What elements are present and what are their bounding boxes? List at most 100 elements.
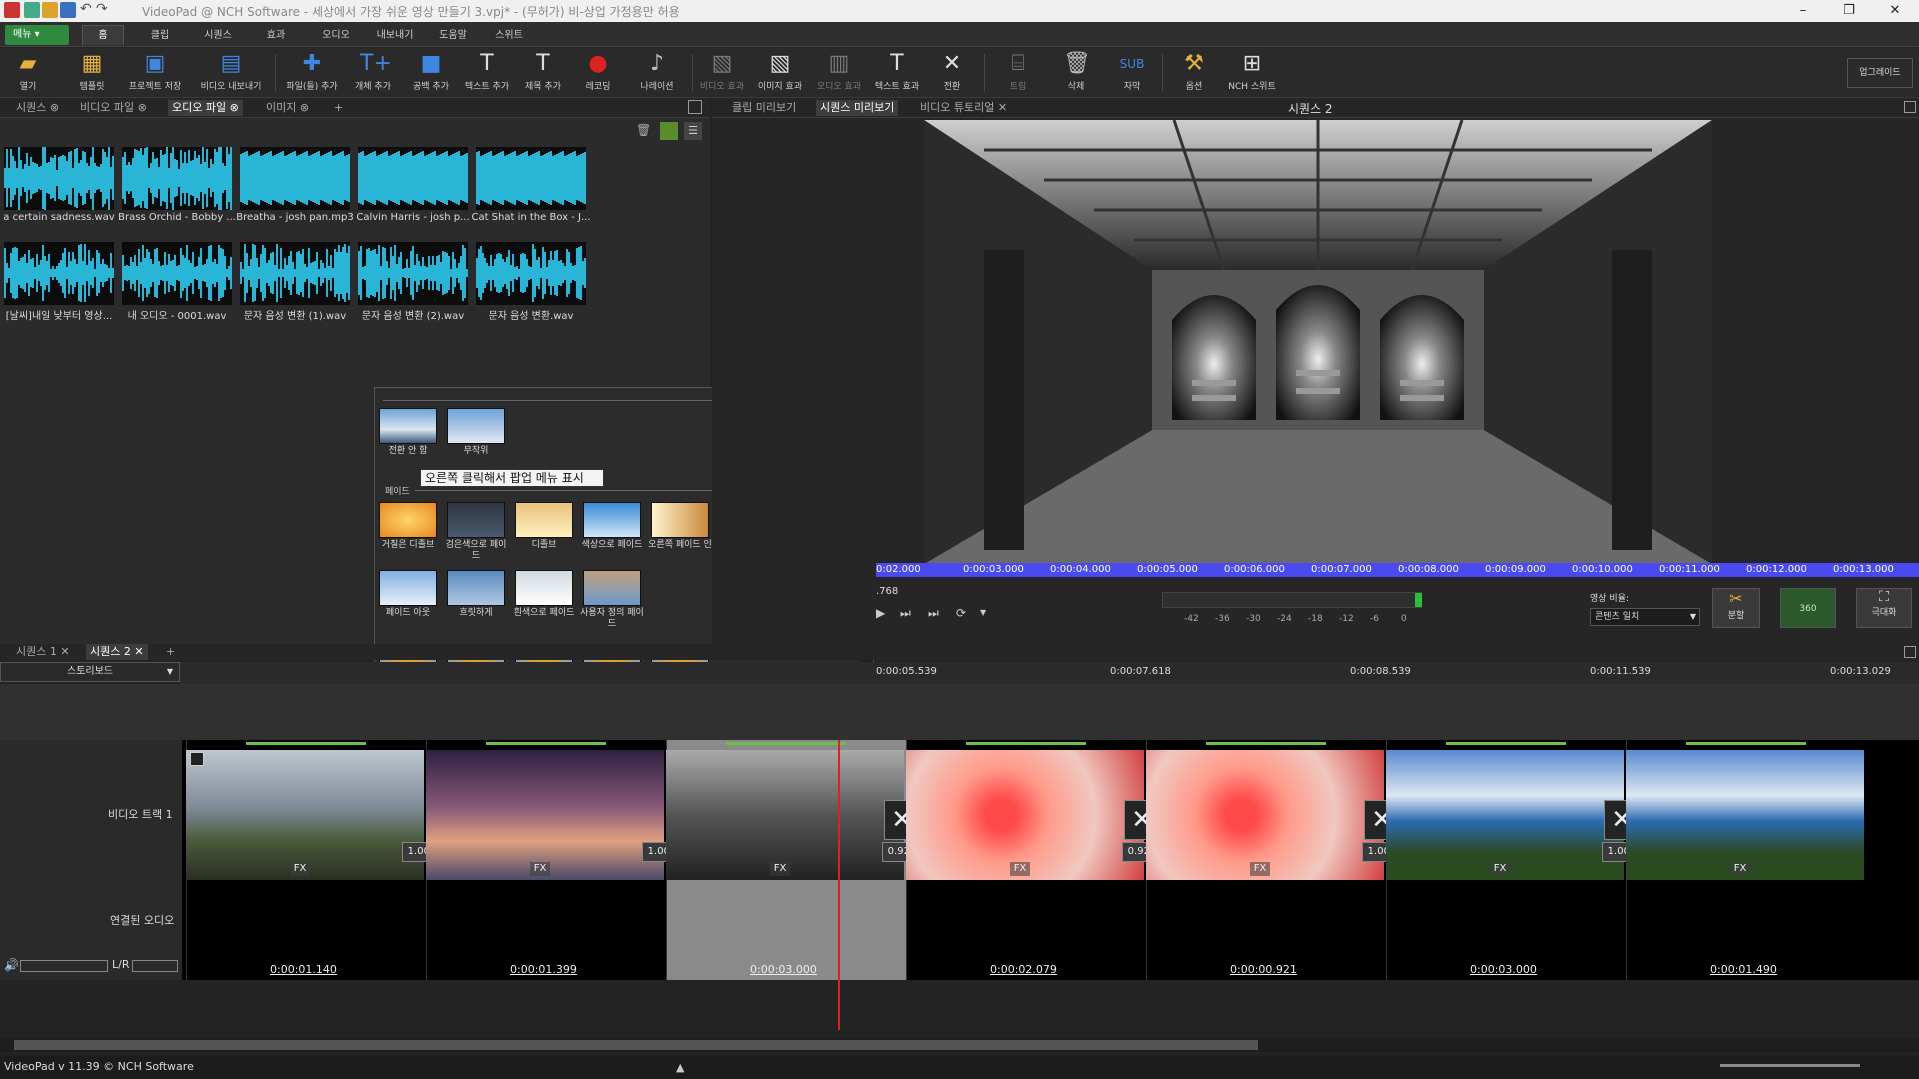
transition-none[interactable] bbox=[379, 408, 437, 444]
save-project-button[interactable]: ▣ 프로젝트 저장 bbox=[124, 50, 186, 96]
nch-suite-button[interactable]: ⊞ NCH 스위트 bbox=[1224, 50, 1280, 96]
vr-360-button[interactable]: 360 bbox=[1780, 588, 1836, 628]
tab-sequence-1[interactable]: 시퀀스 1 ✕ bbox=[12, 644, 74, 660]
trash-icon[interactable]: 🗑 bbox=[636, 123, 652, 139]
audio-file-thumbnail[interactable] bbox=[358, 242, 468, 305]
add-files-button[interactable]: ✚ 파일(들) 추가 bbox=[282, 50, 342, 96]
video-clip-thumbnail[interactable] bbox=[906, 750, 1144, 880]
tab-suite[interactable]: 스위트 bbox=[486, 26, 532, 46]
transition-button[interactable]: ✕ 전환 bbox=[930, 50, 974, 96]
tab-sequence-preview[interactable]: 시퀀스 미리보기 bbox=[816, 100, 899, 116]
undock-icon[interactable] bbox=[1904, 101, 1916, 113]
save-icon[interactable] bbox=[60, 2, 76, 18]
split-button[interactable]: ✂ 분할 bbox=[1712, 588, 1760, 628]
video-effects-button[interactable]: ▧ 비디오 효과 bbox=[696, 50, 748, 96]
chevron-down-icon[interactable]: ▼ bbox=[980, 608, 986, 617]
trim-button[interactable]: ⌸ 트림 bbox=[996, 50, 1040, 96]
transition-fade-item[interactable] bbox=[583, 570, 641, 606]
audio-file-thumbnail[interactable] bbox=[358, 147, 468, 210]
undock-icon[interactable] bbox=[688, 100, 702, 114]
transition-fade-item[interactable] bbox=[447, 502, 505, 538]
video-clip-thumbnail[interactable] bbox=[1626, 750, 1864, 880]
text-effects-button[interactable]: T 텍스트 효과 bbox=[870, 50, 924, 96]
upgrade-button[interactable]: 업그레이드 bbox=[1847, 58, 1913, 88]
image-effects-button[interactable]: ▧ 이미지 효과 bbox=[752, 50, 808, 96]
add-object-button[interactable]: T+ 개체 추가 bbox=[346, 50, 400, 96]
undo-icon[interactable]: ↶ bbox=[80, 2, 96, 18]
narration-button[interactable]: ♪ 나레이션 bbox=[630, 50, 684, 96]
transition-random[interactable] bbox=[447, 408, 505, 444]
fx-icon[interactable]: FX bbox=[530, 862, 550, 876]
export-video-button[interactable]: ▤ 비디오 내보내기 bbox=[196, 50, 266, 96]
undock-icon[interactable] bbox=[1904, 646, 1916, 658]
tab-add[interactable]: + bbox=[330, 100, 347, 116]
fx-icon[interactable]: FX bbox=[1010, 862, 1030, 876]
fx-icon[interactable]: FX bbox=[290, 862, 310, 876]
fx-icon[interactable]: FX bbox=[1250, 862, 1270, 876]
tab-clip[interactable]: 클립 bbox=[140, 26, 180, 46]
tab-sequences[interactable]: 시퀀스 ⊗ bbox=[12, 100, 63, 116]
transition-fade-item[interactable] bbox=[583, 502, 641, 538]
zoom-slider[interactable] bbox=[1720, 1064, 1860, 1067]
open-button[interactable]: ▰ 열기 bbox=[8, 50, 48, 96]
audio-file-thumbnail[interactable] bbox=[476, 242, 586, 305]
video-clip-thumbnail[interactable] bbox=[666, 750, 904, 880]
transition-fade-item[interactable] bbox=[447, 570, 505, 606]
open-icon[interactable] bbox=[42, 2, 58, 18]
scroll-thumb[interactable] bbox=[14, 1040, 1258, 1050]
tab-add-sequence[interactable]: + bbox=[162, 644, 179, 660]
video-clip-thumbnail[interactable] bbox=[1146, 750, 1384, 880]
video-clip-thumbnail[interactable] bbox=[186, 750, 424, 880]
main-menu-button[interactable]: 메뉴 ▾ bbox=[5, 25, 69, 45]
tab-sequence[interactable]: 시퀀스 bbox=[196, 26, 240, 46]
template-button[interactable]: ▦ 템플릿 bbox=[70, 50, 114, 96]
options-button[interactable]: ⚒ 옵션 bbox=[1172, 50, 1216, 96]
audio-effects-button[interactable]: ▥ 오디오 효과 bbox=[812, 50, 866, 96]
transition-fade-item[interactable] bbox=[515, 570, 573, 606]
tab-video-tutorial[interactable]: 비디오 튜토리얼 ✕ bbox=[916, 100, 1011, 116]
add-folder-icon[interactable] bbox=[660, 122, 678, 140]
redo-icon[interactable]: ↷ bbox=[96, 2, 112, 18]
fx-icon[interactable]: FX bbox=[770, 862, 790, 876]
audio-file-thumbnail[interactable] bbox=[122, 242, 232, 305]
audio-file-thumbnail[interactable] bbox=[4, 147, 114, 210]
audio-file-thumbnail[interactable] bbox=[4, 242, 114, 305]
fx-icon[interactable]: FX bbox=[1490, 862, 1510, 876]
tab-clip-preview[interactable]: 클립 미리보기 bbox=[728, 100, 800, 116]
skip-end-icon[interactable]: ⏭ bbox=[928, 606, 939, 621]
tab-audio-files[interactable]: 오디오 파일 ⊗ bbox=[168, 100, 243, 116]
video-clip-thumbnail[interactable] bbox=[426, 750, 664, 880]
audio-file-thumbnail[interactable] bbox=[476, 147, 586, 210]
minimize-button[interactable]: – bbox=[1780, 0, 1826, 22]
add-text-button[interactable]: T 텍스트 추가 bbox=[460, 50, 514, 96]
restore-button[interactable]: ❐ bbox=[1826, 0, 1872, 22]
subtitle-button[interactable]: SUB 자막 bbox=[1110, 50, 1154, 96]
tab-effects[interactable]: 효과 bbox=[256, 26, 296, 46]
aspect-select[interactable]: 콘텐츠 일치 ▼ bbox=[1590, 608, 1700, 626]
audio-file-thumbnail[interactable] bbox=[122, 147, 232, 210]
add-blank-button[interactable]: ■ 공백 추가 bbox=[404, 50, 458, 96]
timeline-ruler[interactable] bbox=[180, 662, 1919, 684]
volume-slider[interactable] bbox=[20, 960, 108, 972]
delete-button[interactable]: 🗑 삭제 bbox=[1054, 50, 1098, 96]
audio-file-thumbnail[interactable] bbox=[240, 147, 350, 210]
add-title-button[interactable]: T 제목 추가 bbox=[516, 50, 570, 96]
expand-panel-icon[interactable]: ▲ bbox=[676, 1061, 684, 1074]
playhead[interactable] bbox=[838, 740, 840, 1030]
tab-sequence-2[interactable]: 시퀀스 2 ✕ bbox=[86, 644, 148, 660]
tab-home[interactable]: 홈 bbox=[82, 25, 124, 45]
record-button[interactable]: ● 레코딩 bbox=[576, 50, 620, 96]
video-clip-thumbnail[interactable] bbox=[1386, 750, 1624, 880]
new-icon[interactable] bbox=[24, 2, 40, 18]
tab-help[interactable]: 도움말 bbox=[428, 26, 478, 46]
volume-icon[interactable]: 🔊 bbox=[4, 958, 19, 972]
tab-audio[interactable]: 오디오 bbox=[314, 26, 358, 46]
transition-fade-item[interactable] bbox=[515, 502, 573, 538]
clip-options-icon[interactable] bbox=[190, 752, 204, 766]
transition-fade-item[interactable] bbox=[651, 502, 709, 538]
pan-slider[interactable] bbox=[132, 960, 178, 972]
loop-icon[interactable]: ⟳ bbox=[956, 606, 966, 620]
close-button[interactable]: ✕ bbox=[1872, 0, 1918, 22]
view-mode-select[interactable]: 스토리보드 ▼ bbox=[0, 662, 180, 682]
horizontal-scrollbar[interactable] bbox=[0, 1038, 1919, 1052]
